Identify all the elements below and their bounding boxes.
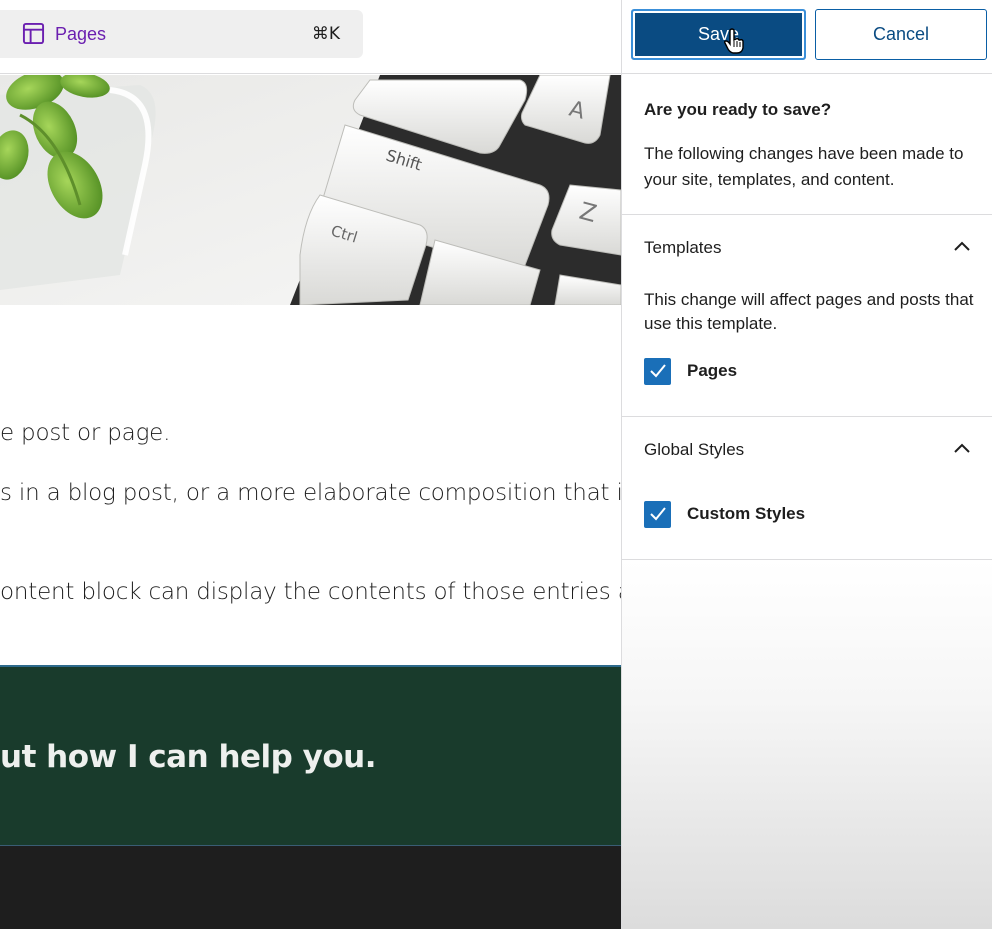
- cancel-button[interactable]: Cancel: [815, 9, 987, 60]
- pages-checkbox-label: Pages: [687, 361, 738, 380]
- custom-styles-checkbox-label: Custom Styles: [687, 504, 806, 523]
- layout-icon: [22, 22, 45, 45]
- global-styles-section: Global Styles Custom Styles: [622, 417, 992, 560]
- keyboard-photo: Shift Ctrl A Z: [0, 75, 621, 305]
- content-paragraph: e post or page.: [0, 420, 171, 446]
- save-panel: Save Cancel Are you ready to save? The f…: [621, 0, 992, 929]
- save-button[interactable]: Save: [631, 9, 806, 60]
- checkmark-icon: [649, 507, 666, 521]
- save-intro-section: Are you ready to save? The following cha…: [622, 75, 992, 215]
- templates-description: This change will affect pages and posts …: [644, 290, 974, 333]
- content-paragraph: s in a blog post, or a more elaborate co…: [0, 480, 621, 506]
- hero-image: Shift Ctrl A Z: [0, 75, 621, 305]
- save-panel-header: Save Cancel: [622, 0, 992, 74]
- chevron-up-icon[interactable]: [953, 239, 971, 253]
- cta-banner: ut how I can help you.: [0, 665, 621, 845]
- custom-styles-checkbox[interactable]: [644, 500, 671, 528]
- global-styles-title: Global Styles: [644, 440, 745, 459]
- command-bar-label: Pages: [55, 24, 107, 44]
- checkmark-icon: [649, 364, 666, 378]
- templates-title: Templates: [644, 238, 722, 257]
- cta-heading: ut how I can help you.: [0, 739, 377, 775]
- command-palette-button[interactable]: Pages ⌘K: [0, 10, 363, 58]
- content-paragraph: ontent block can display the contents of…: [0, 579, 621, 605]
- templates-section: Templates This change will affect pages …: [622, 215, 992, 417]
- custom-styles-checkbox-row[interactable]: Custom Styles: [644, 500, 805, 528]
- editor-canvas: Pages ⌘K Shift Ctrl A Z e post or page. …: [0, 0, 621, 929]
- chevron-up-icon[interactable]: [953, 441, 971, 455]
- save-intro-text: The following changes have been made to …: [644, 144, 964, 189]
- editor-top-bar: Pages ⌘K: [0, 0, 621, 74]
- save-intro-title: Are you ready to save?: [644, 100, 832, 119]
- pages-checkbox[interactable]: [644, 357, 671, 385]
- keyboard-shortcut: ⌘K: [311, 24, 340, 44]
- pages-checkbox-row[interactable]: Pages: [644, 357, 737, 385]
- footer-section: [0, 845, 621, 929]
